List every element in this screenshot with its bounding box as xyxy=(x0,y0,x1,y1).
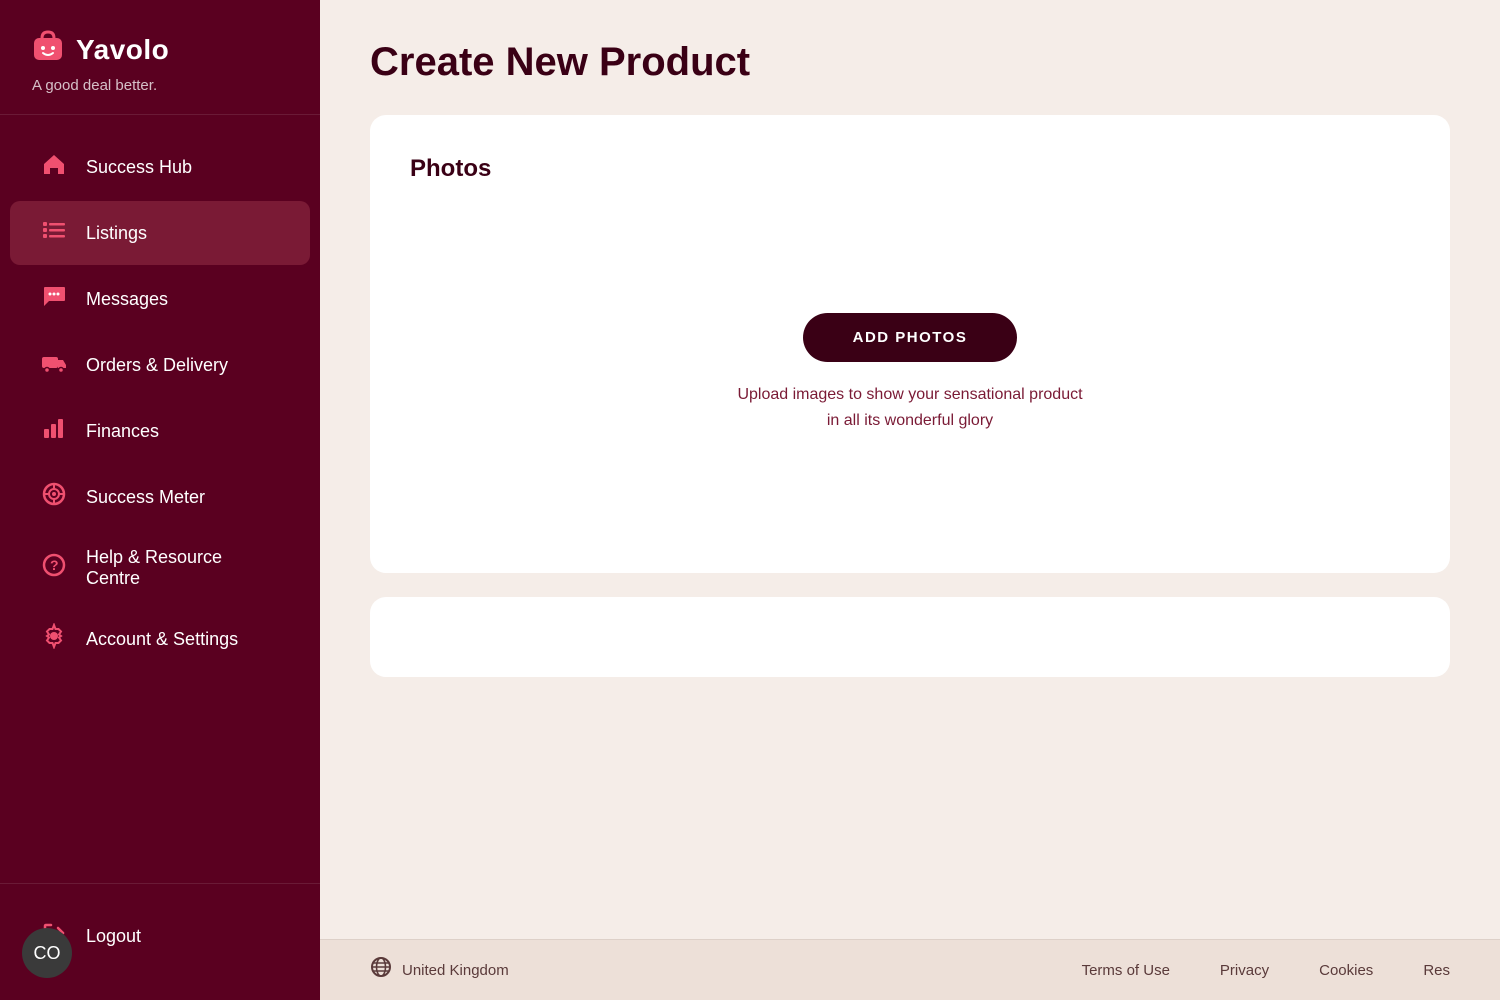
sidebar-item-listings[interactable]: Listings xyxy=(10,201,310,265)
footer: United Kingdom Terms of Use Privacy Cook… xyxy=(320,939,1500,1000)
sidebar-nav: Success Hub Listings xyxy=(0,115,320,883)
helper-text-line2: in all its wonderful glory xyxy=(737,408,1082,434)
sidebar-item-logout-label: Logout xyxy=(86,926,141,947)
truck-icon xyxy=(40,349,68,381)
photos-section-title: Photos xyxy=(410,155,1410,183)
globe-icon xyxy=(370,956,392,984)
bottom-card xyxy=(370,597,1450,677)
sidebar-item-success-hub[interactable]: Success Hub xyxy=(10,135,310,199)
sidebar-item-success-meter-label: Success Meter xyxy=(86,487,205,508)
footer-privacy-link[interactable]: Privacy xyxy=(1220,962,1269,979)
sidebar-item-orders-label: Orders & Delivery xyxy=(86,355,228,376)
chat-fab-label: CO xyxy=(34,943,61,964)
sidebar-item-messages[interactable]: Messages xyxy=(10,267,310,331)
logo-tagline: A good deal better. xyxy=(32,77,290,94)
svg-text:?: ? xyxy=(50,557,59,573)
sidebar-item-finances[interactable]: Finances xyxy=(10,399,310,463)
upload-helper-text: Upload images to show your sensational p… xyxy=(737,382,1082,433)
chat-icon xyxy=(40,283,68,315)
footer-links: Terms of Use Privacy Cookies Res xyxy=(1082,962,1450,979)
sidebar-item-account-label: Account & Settings xyxy=(86,629,238,650)
sidebar-item-success-meter[interactable]: Success Meter xyxy=(10,465,310,529)
footer-cookies-link[interactable]: Cookies xyxy=(1319,962,1373,979)
sidebar-item-finances-label: Finances xyxy=(86,421,159,442)
sidebar-item-listings-label: Listings xyxy=(86,223,147,244)
list-icon xyxy=(40,217,68,249)
footer-region-label: United Kingdom xyxy=(402,962,509,979)
page-title: Create New Product xyxy=(370,40,1450,85)
bar-chart-icon xyxy=(40,415,68,447)
home-icon xyxy=(40,151,68,183)
photos-card: Photos ADD PHOTOS Upload images to show … xyxy=(370,115,1450,573)
logo-text: Yavolo xyxy=(76,34,169,66)
sidebar-item-success-hub-label: Success Hub xyxy=(86,157,192,178)
add-photos-button[interactable]: ADD PHOTOS xyxy=(803,313,1018,362)
footer-terms-link[interactable]: Terms of Use xyxy=(1082,962,1170,979)
footer-region[interactable]: United Kingdom xyxy=(370,956,509,984)
sidebar-item-orders-delivery[interactable]: Orders & Delivery xyxy=(10,333,310,397)
sidebar-item-help[interactable]: ? Help & Resource Centre xyxy=(10,531,310,605)
photo-upload-area: ADD PHOTOS Upload images to show your se… xyxy=(410,213,1410,533)
helper-text-line1: Upload images to show your sensational p… xyxy=(737,382,1082,408)
help-icon: ? xyxy=(40,552,68,584)
logo-icon xyxy=(30,28,66,71)
footer-res-link[interactable]: Res xyxy=(1423,962,1450,979)
sidebar: Yavolo A good deal better. Success Hub xyxy=(0,0,320,1000)
sidebar-item-account-settings[interactable]: Account & Settings xyxy=(10,607,310,671)
main-area: Create New Product Photos ADD PHOTOS Upl… xyxy=(320,0,1500,1000)
main-content: Create New Product Photos ADD PHOTOS Upl… xyxy=(320,0,1500,939)
gear-icon xyxy=(40,623,68,655)
chat-fab[interactable]: CO xyxy=(22,928,72,978)
target-icon xyxy=(40,481,68,513)
sidebar-logo: Yavolo A good deal better. xyxy=(0,0,320,115)
sidebar-item-messages-label: Messages xyxy=(86,289,168,310)
sidebar-item-help-label: Help & Resource Centre xyxy=(86,547,280,589)
